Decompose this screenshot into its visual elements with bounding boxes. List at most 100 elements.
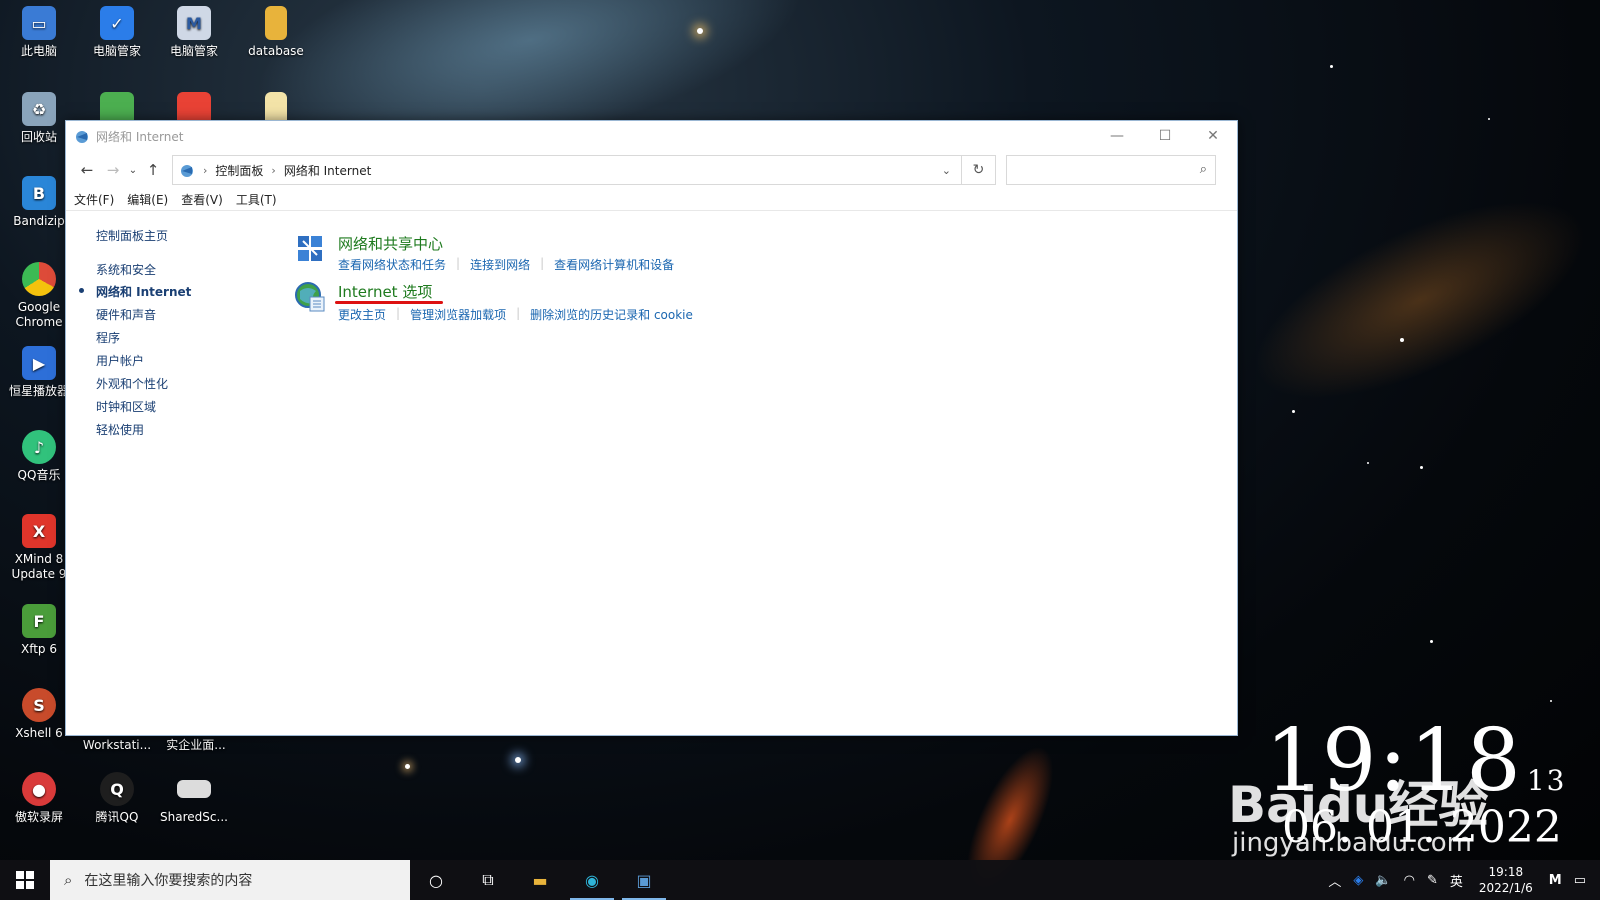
taskbar-search-box[interactable]: ⌕ 在这里输入你要搜索的内容 — [50, 860, 410, 900]
xshell-icon: S — [22, 688, 56, 722]
control-panel-icon — [181, 165, 193, 177]
screen-recorder-icon: ● — [22, 772, 56, 806]
task-view-icon: ⧉ — [482, 870, 494, 889]
desktop-icon-label: 电脑管家 — [169, 44, 218, 58]
breadcrumb-network-internet[interactable]: 网络和 Internet — [284, 162, 371, 179]
folder-icon: ▬ — [532, 870, 548, 890]
up-button[interactable]: ↑ — [140, 157, 166, 183]
view-network-computers-link[interactable]: 查看网络计算机和设备 — [554, 256, 674, 273]
file-explorer-button[interactable]: ▬ — [514, 860, 566, 900]
chevron-down-icon[interactable]: ⌄ — [942, 164, 951, 177]
taskbar-clock[interactable]: 19:18 2022/1/6 — [1479, 864, 1533, 896]
desktop-icon-qq[interactable]: Q 腾讯QQ — [78, 772, 156, 825]
desktop-icon-label: 傲软录屏 — [14, 810, 63, 824]
desktop-icon-screen-recorder[interactable]: ● 傲软录屏 — [0, 772, 78, 825]
delete-history-link[interactable]: 删除浏览的历史记录和 cookie — [530, 306, 693, 323]
title-bar[interactable]: 网络和 Internet — ☐ ✕ — [66, 121, 1237, 151]
wifi-icon[interactable]: ◠ — [1404, 873, 1415, 888]
desktop-icon-label: 此电脑 — [20, 44, 57, 58]
window-title: 网络和 Internet — [96, 129, 184, 144]
desktop-icon-document[interactable]: 实企业面... — [157, 738, 235, 753]
breadcrumb-control-panel[interactable]: 控制面板 — [215, 162, 263, 179]
chevron-up-icon[interactable]: ︿ — [1328, 871, 1341, 890]
shield-icon[interactable]: ◈ — [1353, 873, 1363, 888]
network-sharing-center-link[interactable]: 网络和共享中心 — [338, 233, 443, 254]
qq-music-icon: ♪ — [22, 430, 56, 464]
nav-user-accounts[interactable]: 用户帐户 — [96, 352, 144, 369]
menu-bar: 文件(F) 编辑(E) 查看(V) 工具(T) — [66, 189, 1237, 211]
xmind-icon: X — [22, 514, 56, 548]
edge-icon: ◉ — [585, 870, 599, 890]
computer-icon: ▭ — [22, 6, 56, 40]
nav-hardware-sound[interactable]: 硬件和声音 — [96, 306, 156, 323]
nav-programs[interactable]: 程序 — [96, 329, 120, 346]
breadcrumb-separator-icon: › — [271, 163, 276, 177]
desktop-icon-pc-manager[interactable]: ✓ 电脑管家 — [78, 6, 156, 59]
nav-appearance[interactable]: 外观和个性化 — [96, 375, 168, 392]
search-icon: ⌕ — [64, 871, 73, 889]
task-view-button[interactable]: ⧉ — [462, 860, 514, 900]
volume-icon[interactable]: 🔈 — [1375, 873, 1391, 888]
baidu-watermark-url: jingyan.baidu.com — [1232, 828, 1472, 858]
link-divider: | — [516, 306, 521, 320]
nav-clock-region[interactable]: 时钟和区域 — [96, 398, 156, 415]
address-bar[interactable]: › 控制面板 › 网络和 Internet ⌄ — [172, 155, 962, 185]
desktop-icon-this-pc[interactable]: ▭ 此电脑 — [0, 6, 78, 59]
clock-seconds: 13 — [1526, 764, 1567, 797]
internet-options-icon — [295, 282, 325, 312]
chrome-icon — [22, 262, 56, 296]
shared-icon — [177, 780, 211, 798]
pen-icon[interactable]: ✎ — [1427, 873, 1438, 888]
manage-addons-link[interactable]: 管理浏览器加载项 — [410, 306, 506, 323]
chart-icon: M — [177, 6, 211, 40]
search-icon: ⌕ — [1199, 162, 1207, 177]
desktop-icon-label: 腾讯QQ — [95, 810, 139, 824]
view-network-status-link[interactable]: 查看网络状态和任务 — [338, 256, 446, 273]
link-divider: | — [540, 256, 545, 270]
minimize-button[interactable]: — — [1093, 121, 1141, 151]
nav-system-security[interactable]: 系统和安全 — [96, 261, 156, 278]
shield-icon: ✓ — [100, 6, 134, 40]
close-button[interactable]: ✕ — [1189, 121, 1237, 151]
desktop-icon-shared[interactable]: SharedSc... — [155, 772, 233, 825]
desktop-icon-workstation[interactable]: Workstati... — [78, 738, 156, 753]
back-button[interactable]: ← — [74, 157, 100, 183]
start-button[interactable] — [0, 860, 50, 900]
menu-tools[interactable]: 工具(T) — [236, 191, 277, 208]
menu-edit[interactable]: 编辑(E) — [127, 191, 168, 208]
bandizip-icon: B — [22, 176, 56, 210]
desktop-icon-label: 电脑管家 — [92, 44, 141, 58]
active-bullet-icon — [79, 288, 84, 293]
desktop-icon-label: Workstati... — [82, 738, 152, 752]
forward-button[interactable]: → — [100, 157, 126, 183]
recent-locations-button[interactable]: ⌄ — [126, 157, 140, 183]
red-annotation-underline — [335, 301, 443, 304]
recycle-bin-icon: ♻ — [22, 92, 56, 126]
nav-network-internet[interactable]: 网络和 Internet — [96, 283, 191, 300]
nav-ease-of-access[interactable]: 轻松使用 — [96, 421, 144, 438]
desktop-icon-pc-manager-2[interactable]: M 电脑管家 — [155, 6, 233, 59]
control-panel-taskbar-button[interactable]: ▣ — [618, 860, 670, 900]
taskbar: ⌕ 在这里输入你要搜索的内容 ○ ⧉ ▬ ◉ ▣ ︿ ◈ 🔈 ◠ ✎ 英 19:… — [0, 860, 1600, 900]
taskbar-time: 19:18 — [1488, 865, 1524, 879]
maximize-button[interactable]: ☐ — [1141, 121, 1189, 151]
chart-icon[interactable]: M — [1549, 873, 1562, 888]
connect-to-network-link[interactable]: 连接到网络 — [470, 256, 530, 273]
refresh-button[interactable]: ↻ — [962, 155, 996, 185]
search-input[interactable]: ⌕ — [1006, 155, 1216, 185]
windows-logo-icon — [16, 871, 34, 889]
cortana-button[interactable]: ○ — [410, 860, 462, 900]
breadcrumb-separator-icon: › — [203, 163, 208, 177]
input-method-indicator[interactable]: 英 — [1450, 871, 1463, 890]
address-row: ← → ⌄ ↑ › 控制面板 › 网络和 Internet ⌄ ↻ ⌕ — [66, 151, 1237, 189]
internet-options-link[interactable]: Internet 选项 — [338, 281, 432, 302]
menu-file[interactable]: 文件(F) — [74, 191, 114, 208]
change-homepage-link[interactable]: 更改主页 — [338, 306, 386, 323]
menu-view[interactable]: 查看(V) — [181, 191, 223, 208]
notification-icon[interactable]: ▭ — [1574, 873, 1586, 888]
taskbar-date: 2022/1/6 — [1478, 881, 1533, 895]
taskbar-search-placeholder: 在这里输入你要搜索的内容 — [84, 873, 253, 889]
edge-button[interactable]: ◉ — [566, 860, 618, 900]
nav-control-panel-home[interactable]: 控制面板主页 — [96, 227, 168, 244]
desktop-icon-database[interactable]: database — [237, 6, 315, 59]
